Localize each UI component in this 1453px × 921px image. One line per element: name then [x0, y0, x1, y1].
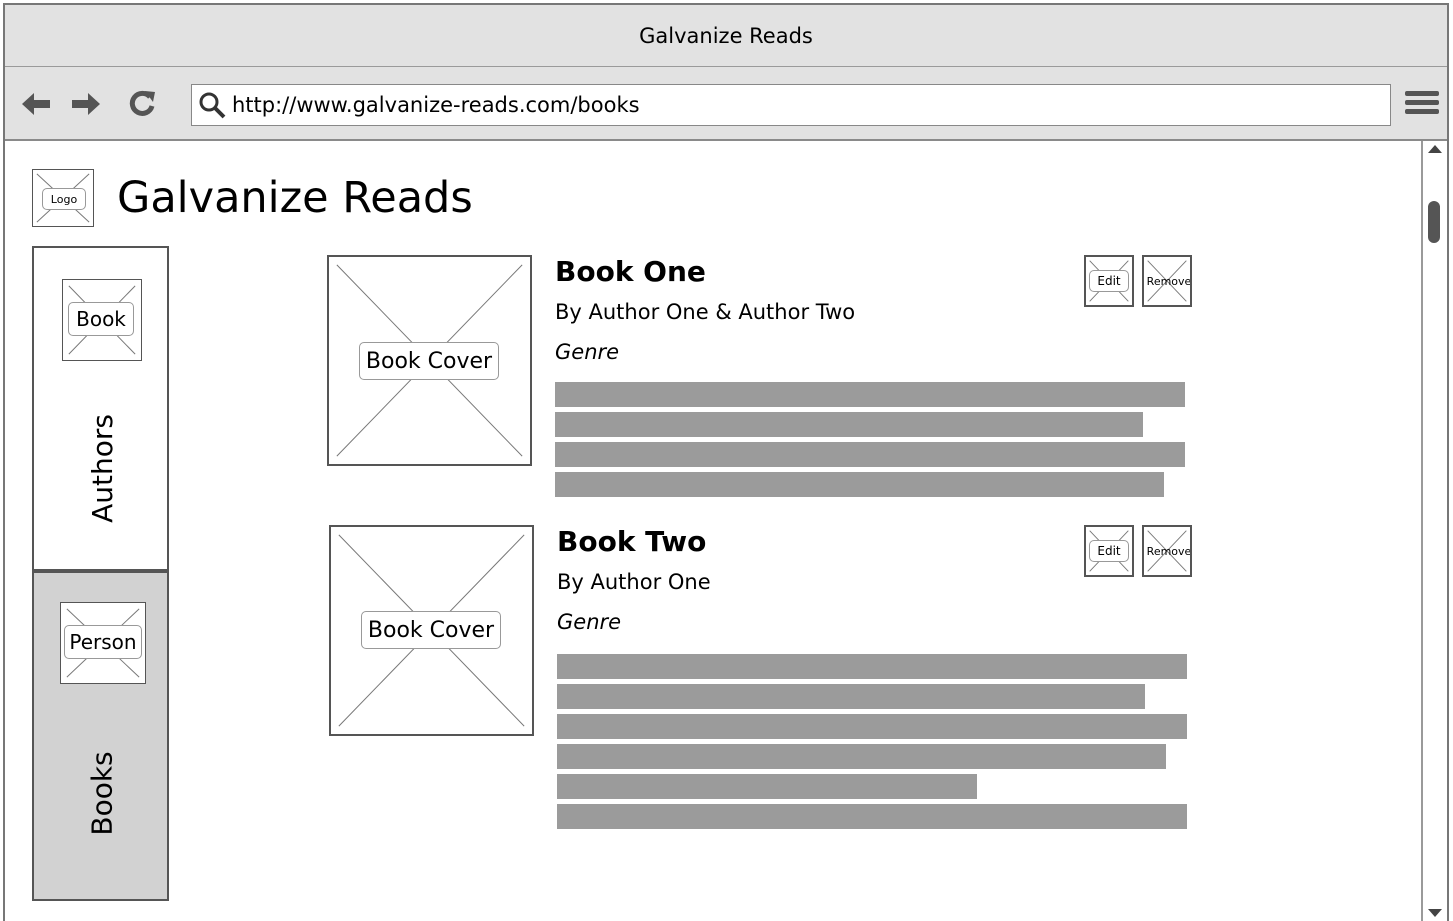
back-arrow-icon[interactable]	[19, 87, 53, 121]
tab-authors-label: Authors	[85, 413, 119, 523]
description-text-line	[557, 684, 1145, 709]
person-image-placeholder: Person	[60, 602, 146, 684]
edit-button[interactable]: Edit	[1084, 525, 1134, 577]
browser-toolbar	[5, 67, 1447, 141]
description-text-line	[557, 744, 1166, 769]
book-genre: Genre	[555, 340, 620, 364]
book-authors: By Author One	[557, 570, 711, 594]
edit-button[interactable]: Edit	[1084, 255, 1134, 307]
site-title: Galvanize Reads	[117, 173, 473, 223]
remove-button[interactable]: Remove	[1142, 525, 1192, 577]
hamburger-menu-icon[interactable]	[1405, 87, 1439, 121]
remove-button[interactable]: Remove	[1142, 255, 1192, 307]
tab-authors[interactable]: Book Authors	[32, 246, 169, 571]
scroll-thumb[interactable]	[1428, 201, 1440, 243]
person-image-label: Person	[64, 625, 142, 659]
description-text-line	[555, 442, 1185, 467]
book-title[interactable]: Book Two	[557, 525, 706, 558]
browser-window: Galvanize Reads Logo Galvanize Reads	[3, 3, 1449, 921]
scroll-down-arrow-icon[interactable]	[1428, 909, 1442, 917]
address-bar[interactable]	[191, 84, 1391, 126]
edit-button-label: Edit	[1089, 270, 1129, 292]
page-content: Logo Galvanize Reads Book Authors Person	[5, 141, 1447, 921]
window-titlebar: Galvanize Reads	[5, 5, 1447, 67]
window-title: Galvanize Reads	[639, 23, 813, 48]
book-cover-label: Book Cover	[361, 611, 501, 649]
book-cover: Book Cover	[327, 255, 532, 466]
forward-arrow-icon[interactable]	[69, 87, 103, 121]
tab-books-label: Books	[86, 750, 119, 836]
vertical-scrollbar[interactable]	[1421, 141, 1447, 921]
description-text-line	[557, 654, 1187, 679]
tab-books[interactable]: Person Books	[32, 571, 169, 901]
description-text-line	[557, 714, 1187, 739]
edit-button-label: Edit	[1089, 540, 1129, 562]
book-authors: By Author One & Author Two	[555, 300, 856, 324]
remove-button-label: Remove	[1146, 274, 1192, 288]
description-text-line	[557, 804, 1187, 829]
reload-icon[interactable]	[125, 87, 159, 121]
description-text-line	[555, 412, 1143, 437]
search-icon	[192, 85, 232, 125]
book-genre: Genre	[557, 610, 622, 634]
book-title[interactable]: Book One	[555, 255, 706, 288]
book-description	[555, 382, 1185, 502]
book-description	[557, 654, 1187, 834]
remove-button-label: Remove	[1146, 544, 1192, 558]
scroll-up-arrow-icon[interactable]	[1428, 145, 1442, 153]
book-cover: Book Cover	[329, 525, 534, 736]
description-text-line	[557, 774, 977, 799]
book-image-label: Book	[68, 302, 134, 336]
book-image-placeholder: Book	[62, 279, 142, 361]
logo: Logo	[32, 169, 94, 227]
description-text-line	[555, 472, 1164, 497]
url-input[interactable]	[232, 93, 1390, 117]
book-item: Book Cover Book One By Author One & Auth…	[327, 255, 1197, 505]
logo-label: Logo	[42, 188, 86, 210]
description-text-line	[555, 382, 1185, 407]
side-tabs: Book Authors Person Books	[32, 246, 169, 901]
book-item: Book Cover Book Two By Author One Genre …	[327, 525, 1197, 845]
book-cover-label: Book Cover	[359, 342, 499, 380]
